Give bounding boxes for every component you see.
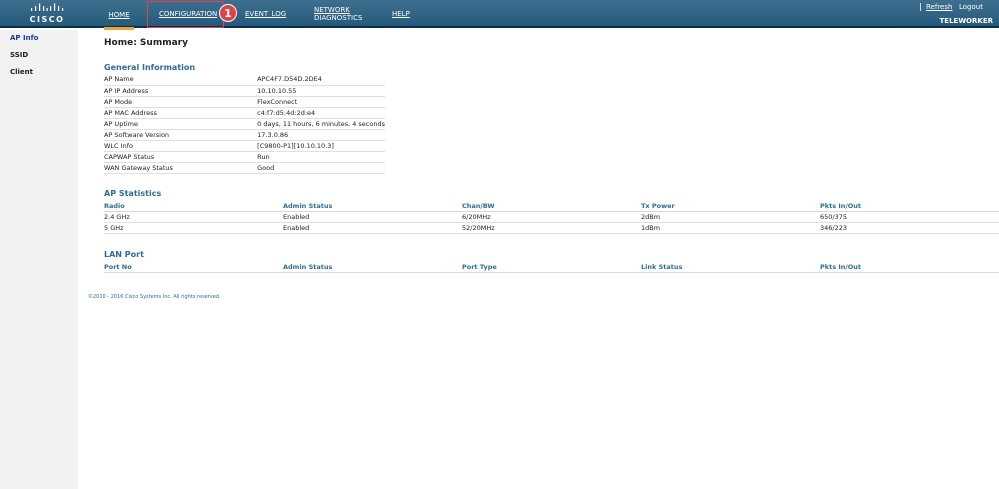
table-row: CAPWAP Status Run [104, 151, 385, 163]
ap-statistics-heading: AP Statistics [104, 189, 162, 198]
info-value: APC4F7.D54D.2DE4 [257, 74, 385, 86]
nav-network-diagnostics[interactable]: NETWORK DIAGNOSTICS [314, 0, 362, 28]
refresh-link[interactable]: Refresh [920, 3, 952, 11]
table-row: 5 GHz Enabled 52/20MHz 1dBm 346/223 [104, 222, 999, 234]
ap-statistics-table: Radio Admin Status Chan/BW Tx Power Pkts… [104, 201, 999, 234]
info-key: AP Name [104, 74, 258, 86]
nav-help[interactable]: HELP [392, 0, 410, 28]
info-key: WAN Gateway Status [104, 162, 258, 174]
column-header-admin-status: Admin Status [283, 201, 462, 212]
table-row: AP MAC Address c4:f7:d5:4d:2d:e4 [104, 107, 385, 119]
cell-tx-power: 1dBm [641, 222, 820, 234]
cell-admin-status: Enabled [283, 211, 462, 223]
cell-tx-power: 2dBm [641, 211, 820, 223]
info-key: AP IP Address [104, 85, 258, 97]
column-header-radio: Radio [104, 201, 283, 212]
table-row: AP IP Address 10.10.10.55 [104, 85, 385, 97]
info-key: AP Mode [104, 96, 258, 108]
column-header-port-type: Port Type [462, 262, 641, 273]
nav-help-label: HELP [392, 10, 410, 18]
info-key: AP Software Version [104, 129, 258, 141]
cell-pkts: 650/375 [820, 211, 999, 223]
info-value: 0 days, 11 hours, 6 minutes, 4 seconds [257, 118, 385, 130]
info-value: 17.3.0.86 [257, 129, 385, 141]
column-header-chan-bw: Chan/BW [462, 201, 641, 212]
sidebar-item-ap-info[interactable]: AP Info [10, 34, 38, 42]
info-value: Good [257, 162, 385, 174]
lan-port-heading: LAN Port [104, 250, 144, 259]
logout-link[interactable]: Logout [959, 3, 983, 11]
info-value: 10.10.10.55 [257, 85, 385, 97]
nav-event-log-label: EVENT_LOG [245, 10, 287, 18]
nav-home[interactable]: HOME [104, 0, 134, 30]
cell-radio: 5 GHz [104, 222, 283, 234]
page-title: Home: Summary [104, 38, 188, 48]
cell-radio: 2.4 GHz [104, 211, 283, 223]
step-number-badge: 1 [219, 4, 237, 22]
cell-admin-status: Enabled [283, 222, 462, 234]
nav-event-log[interactable]: EVENT_LOG [245, 0, 286, 28]
column-header-admin-status: Admin Status [283, 262, 462, 273]
info-value: Run [257, 151, 385, 163]
info-value: [C9800-P1][10.10.10.3] [257, 140, 385, 152]
column-header-port-no: Port No [104, 262, 283, 273]
info-key: AP Uptime [104, 118, 258, 130]
table-row: AP Mode FlexConnect [104, 96, 385, 108]
table-header-row: Radio Admin Status Chan/BW Tx Power Pkts… [104, 201, 999, 212]
sidebar-item-ssid[interactable]: SSID [10, 51, 28, 59]
nav-home-label: HOME [108, 10, 130, 19]
sidebar-item-client[interactable]: Client [10, 68, 33, 76]
info-key: AP MAC Address [104, 107, 258, 119]
info-value: c4:f7:d5:4d:2d:e4 [257, 107, 385, 119]
cisco-bridge-icon [31, 3, 64, 11]
cisco-logo: CISCO [26, 3, 68, 25]
footer-copyright: ©2010 - 2016 Cisco Systems Inc. All righ… [88, 294, 221, 300]
table-header-row: Port No Admin Status Port Type Link Stat… [104, 262, 999, 273]
cell-chan-bw: 52/20MHz [462, 222, 641, 234]
table-row: 2.4 GHz Enabled 6/20MHz 2dBm 650/375 [104, 211, 999, 223]
sidebar: AP Info SSID Client [0, 30, 78, 489]
general-information-table: AP Name APC4F7.D54D.2DE4 AP IP Address 10.… [104, 74, 385, 174]
logo-text: CISCO [29, 15, 65, 24]
column-header-link-status: Link Status [641, 262, 820, 273]
configuration-highlight-box [147, 1, 224, 28]
nav-network-label-line2: DIAGNOSTICS [314, 14, 363, 22]
info-value: FlexConnect [257, 96, 385, 108]
lan-port-table: Port No Admin Status Port Type Link Stat… [104, 262, 999, 273]
cell-chan-bw: 6/20MHz [462, 211, 641, 223]
nav-network-label-line1: NETWORK [314, 6, 350, 14]
mode-label: TELEWORKER [939, 17, 993, 25]
column-header-tx-power: Tx Power [641, 201, 820, 212]
column-header-pkts: Pkts In/Out [820, 201, 999, 212]
table-row: WLC Info [C9800-P1][10.10.10.3] [104, 140, 385, 152]
general-information-heading: General Information [104, 63, 196, 72]
cell-pkts: 346/223 [820, 222, 999, 234]
info-key: CAPWAP Status [104, 151, 258, 163]
info-key: WLC Info [104, 140, 258, 152]
table-row: AP Software Version 17.3.0.86 [104, 129, 385, 141]
table-row: AP Uptime 0 days, 11 hours, 6 minutes, 4 … [104, 118, 385, 130]
column-header-pkts: Pkts In/Out [820, 262, 999, 273]
table-row: AP Name APC4F7.D54D.2DE4 [104, 74, 385, 86]
table-row: WAN Gateway Status Good [104, 162, 385, 174]
